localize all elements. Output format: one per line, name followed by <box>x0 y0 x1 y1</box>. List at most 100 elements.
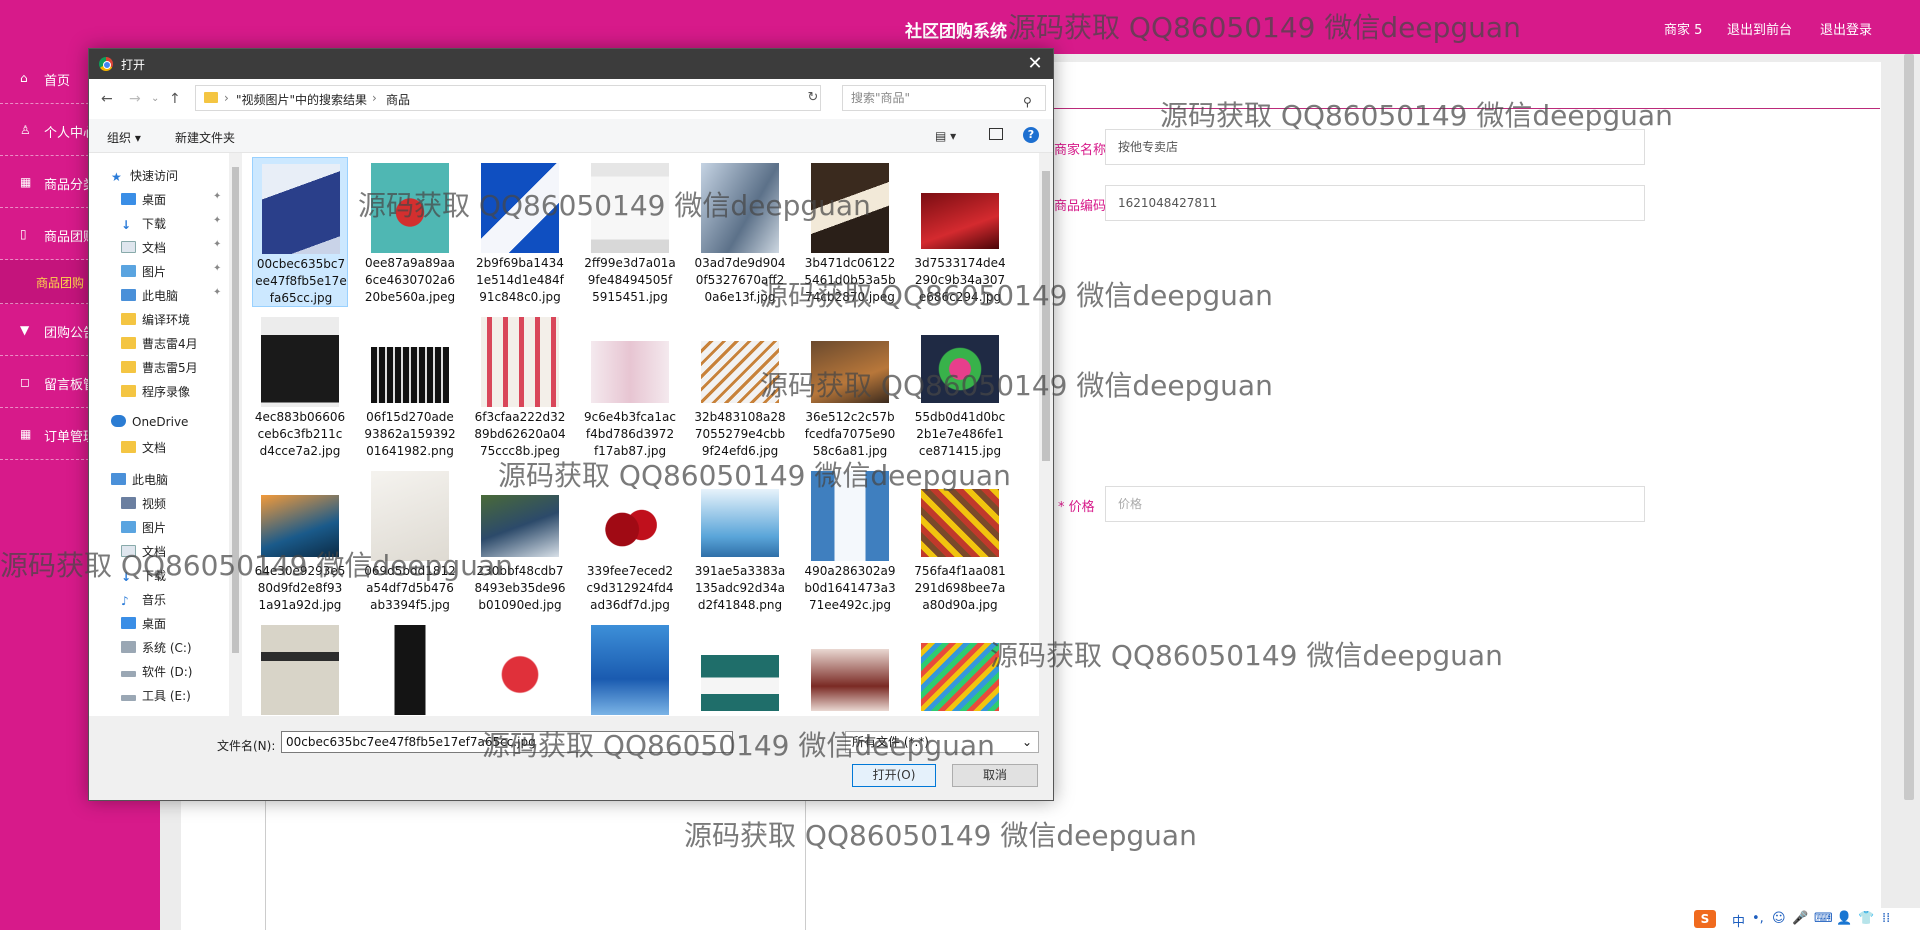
ime-chinese-icon[interactable]: 中 <box>1732 911 1745 930</box>
keyboard-icon[interactable]: ⌨ <box>1814 911 1833 926</box>
file-item[interactable]: 0ee87a9a89aa6ce4630702a620be560a.jpeg <box>362 157 458 307</box>
merchant-link[interactable]: 商家 5 <box>1664 19 1702 38</box>
nav-scrollbar[interactable] <box>229 153 242 716</box>
filename-input[interactable]: 00cbec635bc7ee47f8fb5e17ef7a65cc.jpg <box>281 731 733 753</box>
file-item[interactable]: 2b9f69ba14341e514d1e484f91c848c0.jpg <box>472 157 568 307</box>
file-thumbnail <box>921 643 999 711</box>
tree-folder[interactable]: 曹志雷4月 <box>121 335 198 352</box>
scrollbar-thumb[interactable] <box>232 167 239 653</box>
close-icon[interactable]: ✕ <box>1023 52 1047 76</box>
file-item[interactable]: 36e512c2c57bfcedfa7075e9058c6a81.jpg <box>802 311 898 461</box>
tree-desktop[interactable]: 桌面 <box>121 615 166 632</box>
logout-link[interactable]: 退出登录 <box>1820 19 1872 38</box>
file-item[interactable]: 32b483108a287055279e4cbb9f24efd6.jpg <box>692 311 788 461</box>
file-item[interactable] <box>252 619 348 716</box>
product-code-input[interactable]: 1621048427811 <box>1105 185 1645 221</box>
tree-music[interactable]: ♪ 音乐 <box>121 591 166 608</box>
tree-documents[interactable]: 文档 <box>121 239 166 256</box>
search-input[interactable]: 搜索"商品" ⚲ <box>842 85 1046 111</box>
tree-onedrive-docs[interactable]: 文档 <box>121 439 166 456</box>
tag-icon: ▯ <box>20 227 27 241</box>
file-item[interactable]: 3d7533174de4290c9b34a307e686c294.jpg <box>912 157 1008 307</box>
tree-pictures[interactable]: 图片 <box>121 519 166 536</box>
file-item[interactable]: 06f15d270ade93862a15939201641982.png <box>362 311 458 461</box>
organize-button[interactable]: 组织 ▾ <box>107 129 141 146</box>
tree-videos[interactable]: 视频 <box>121 495 166 512</box>
file-item[interactable]: 00cbec635bc7ee47f8fb5e17efa65cc.jpg <box>252 157 348 307</box>
tree-quick-access[interactable]: ★ 快速访问 <box>111 167 178 184</box>
skin-icon[interactable]: 👕 <box>1858 911 1874 926</box>
file-item[interactable] <box>692 619 788 716</box>
file-scrollbar[interactable] <box>1039 153 1053 716</box>
file-item[interactable] <box>582 619 678 716</box>
document-icon <box>121 241 136 253</box>
tree-documents[interactable]: 文档 <box>121 543 166 560</box>
file-item[interactable] <box>802 619 898 716</box>
file-item[interactable]: 339fee7eced2c9d312924fd4ad36df7d.jpg <box>582 465 678 615</box>
page-scrollbar[interactable] <box>1904 54 1914 800</box>
file-item[interactable]: 230bbf48cdb78493eb35de96b01090ed.jpg <box>472 465 568 615</box>
help-icon[interactable]: ? <box>1023 127 1039 143</box>
user-icon[interactable]: 👤 <box>1836 911 1852 926</box>
app-title: 社区团购系统 <box>905 22 1007 42</box>
tree-onedrive[interactable]: OneDrive <box>111 415 188 429</box>
tree-desktop[interactable]: 桌面 <box>121 191 166 208</box>
price-input[interactable]: 价格 <box>1105 486 1645 522</box>
emoji-icon[interactable]: ☺ <box>1772 911 1786 926</box>
file-item[interactable]: 756fa4f1aa081291d698bee7aa80d90a.jpg <box>912 465 1008 615</box>
open-button[interactable]: 打开(O) <box>852 764 936 787</box>
scrollbar-thumb[interactable] <box>1042 171 1050 461</box>
tree-downloads[interactable]: ↓ 下载 <box>121 567 166 584</box>
file-item[interactable] <box>362 619 458 716</box>
tree-folder[interactable]: 编译环境 <box>121 311 190 328</box>
file-type-select[interactable]: 所有文件 (*.*) ⌄ <box>845 731 1039 753</box>
tree-this-pc-quick[interactable]: 此电脑 <box>121 287 178 304</box>
dialog-titlebar[interactable]: 打开 ✕ <box>89 49 1053 79</box>
tree-drive-e[interactable]: 工具 (E:) <box>121 687 191 704</box>
file-thumbnail <box>591 163 669 253</box>
view-options-icon[interactable]: ▤ ▾ <box>935 129 956 143</box>
address-bar[interactable]: › "视频图片"中的搜索结果 › 商品 ⌄ <box>195 85 893 111</box>
file-item[interactable]: 64e30e9293e580d9fd2e8f931a91a92d.jpg <box>252 465 348 615</box>
punctuation-icon[interactable]: •, <box>1752 911 1764 926</box>
forward-icon[interactable]: → <box>129 91 141 107</box>
tree-folder[interactable]: 程序录像 <box>121 383 190 400</box>
file-item[interactable]: 9c6e4b3fca1acf4bd786d3972f17ab87.jpg <box>582 311 678 461</box>
mic-icon[interactable]: 🎤 <box>1792 911 1808 926</box>
system-tray: 中 •, ☺ 🎤 ⌨ 👤 👕 ⁞⁞ <box>1692 908 1920 930</box>
breadcrumb-products[interactable]: 商品 <box>386 91 410 108</box>
recent-dropdown-icon[interactable]: ⌄ <box>151 93 159 104</box>
file-item[interactable] <box>472 619 568 716</box>
up-icon[interactable]: ↑ <box>169 91 181 107</box>
tree-downloads[interactable]: ↓ 下载 <box>121 215 166 232</box>
file-item[interactable]: 4ec883b06606ceb6c3fb211cd4cce7a2.jpg <box>252 311 348 461</box>
cancel-button[interactable]: 取消 <box>952 764 1038 787</box>
file-open-dialog: 打开 ✕ ← → ⌄ ↑ › "视频图片"中的搜索结果 › 商品 ⌄ ↻ 搜索"… <box>88 48 1054 801</box>
video-icon <box>121 497 136 509</box>
file-item[interactable]: 490a286302a9b0d1641473a371ee492c.jpg <box>802 465 898 615</box>
tree-folder[interactable]: 曹志雷5月 <box>121 359 198 376</box>
new-folder-button[interactable]: 新建文件夹 <box>175 129 235 146</box>
exit-to-frontend-link[interactable]: 退出到前台 <box>1727 19 1792 38</box>
tree-pictures[interactable]: 图片 <box>121 263 166 280</box>
file-item[interactable]: 6f3cfaa222d3289bd62620a0475ccc8b.jpeg <box>472 311 568 461</box>
tree-this-pc[interactable]: 此电脑 <box>111 471 168 488</box>
breadcrumb-search-results[interactable]: "视频图片"中的搜索结果 <box>236 91 367 108</box>
tree-drive-c[interactable]: 系统 (C:) <box>121 639 192 656</box>
file-item[interactable]: 55db0d41d0bc2b1e7e486fe1ce871415.jpg <box>912 311 1008 461</box>
file-item[interactable]: 03ad7de9d9040f5327670aff20a6e13f.jpg <box>692 157 788 307</box>
tree-drive-d[interactable]: 软件 (D:) <box>121 663 192 680</box>
file-item[interactable]: 391ae5a3383a135adc92d34ad2f41848.png <box>692 465 788 615</box>
divider <box>265 790 266 930</box>
preview-pane-icon[interactable] <box>989 128 1003 140</box>
toolbox-icon[interactable]: ⁞⁞ <box>1882 911 1890 926</box>
file-item[interactable] <box>912 619 1008 716</box>
file-item[interactable]: 2ff99e3d7a01a9fe48494505f5915451.jpg <box>582 157 678 307</box>
sogou-icon[interactable]: S <box>1694 910 1716 928</box>
shop-name-input[interactable]: 按他专卖店 <box>1105 129 1645 165</box>
back-icon[interactable]: ← <box>101 91 113 107</box>
download-icon: ↓ <box>121 570 132 584</box>
refresh-icon[interactable]: ↻ <box>799 87 827 109</box>
file-item[interactable]: 069d5bdd1812a54df7d5b476ab3394f5.jpg <box>362 465 458 615</box>
file-item[interactable]: 3b471dc061225461d0b53a5b74cb2870.jpeg <box>802 157 898 307</box>
